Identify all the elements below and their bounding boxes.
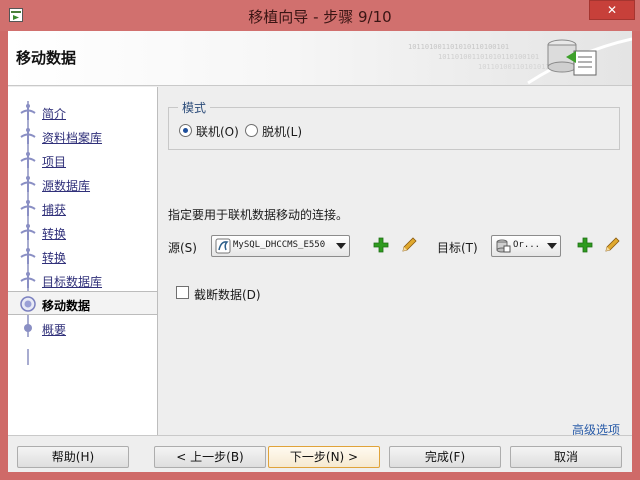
back-button[interactable]: < 上一步(B) — [154, 446, 266, 468]
data-migration-icon — [547, 39, 597, 76]
help-button[interactable]: 帮助(H) — [17, 446, 129, 468]
sidebar-step-intro[interactable]: 简介 — [8, 101, 157, 123]
step-done-icon — [20, 104, 36, 120]
chevron-down-icon[interactable] — [547, 243, 557, 249]
truncate-data-label[interactable]: 截断数据(D) — [194, 286, 261, 303]
finish-button[interactable]: 完成(F) — [389, 446, 501, 468]
radio-selected-indicator[interactable] — [179, 124, 192, 137]
sidebar-step-capture[interactable]: 捕获 — [8, 197, 157, 219]
wizard-client-area: 移动数据 101101001101010110100101 1011010011… — [8, 31, 632, 472]
add-target-connection-icon[interactable] — [577, 237, 593, 253]
mysql-connection-icon — [215, 238, 231, 254]
mode-group: 模式 联机(O) 脱机(L) — [168, 99, 620, 150]
step-done-icon — [20, 248, 36, 264]
sidebar-step-label[interactable]: 移动数据 — [42, 297, 90, 314]
sidebar-step-target-db[interactable]: 目标数据库 — [8, 269, 157, 291]
next-button[interactable]: 下一步(N) > — [268, 446, 380, 468]
step-done-icon — [20, 224, 36, 240]
source-label: 源(S) — [168, 241, 197, 255]
step-done-icon — [20, 176, 36, 192]
close-button[interactable]: ✕ — [589, 0, 635, 20]
wizard-window: 移植向导 - 步骤 9/10 ✕ 移动数据 101101001101010110… — [0, 0, 640, 480]
sidebar-step-label[interactable]: 项目 — [42, 153, 66, 170]
sidebar-step-convert-2[interactable]: 转换 — [8, 245, 157, 267]
step-done-icon — [20, 272, 36, 288]
truncate-data-checkbox[interactable] — [176, 286, 189, 299]
sidebar-step-source-db[interactable]: 源数据库 — [8, 173, 157, 195]
page-header: 移动数据 101101001101010110100101 1011010011… — [8, 31, 632, 86]
step-current-icon — [20, 296, 36, 312]
offline-radio[interactable]: 脱机(L) — [245, 123, 315, 139]
mode-legend: 模式 — [178, 99, 211, 116]
title-bar[interactable]: 移植向导 - 步骤 9/10 ✕ — [0, 0, 640, 31]
step-pending-icon — [24, 324, 32, 332]
connection-description: 指定要用于联机数据移动的连接。 — [168, 208, 349, 222]
source-connection-value: MySQL_DHCCMS_E550 — [233, 240, 326, 250]
chevron-down-icon[interactable] — [336, 243, 346, 249]
edit-source-connection-icon[interactable] — [401, 237, 417, 253]
svg-text:101101001101010110100101: 101101001101010110100101 — [408, 43, 509, 51]
page-title: 移动数据 — [16, 49, 77, 67]
sidebar-step-label[interactable]: 转换 — [42, 249, 66, 266]
sidebar-step-label[interactable]: 源数据库 — [42, 177, 90, 194]
online-radio-label[interactable]: 联机(O) — [196, 123, 239, 140]
cancel-button[interactable]: 取消 — [510, 446, 622, 468]
sidebar-step-label[interactable]: 目标数据库 — [42, 273, 102, 290]
sidebar-step-summary[interactable]: 概要 — [8, 317, 157, 339]
target-connection-select[interactable]: Or... — [491, 235, 561, 257]
source-connection-select[interactable]: MySQL_DHCCMS_E550 — [211, 235, 350, 257]
radio-unselected-indicator[interactable] — [245, 124, 258, 137]
sidebar-step-label[interactable]: 简介 — [42, 105, 66, 122]
steps-sidebar: 简介 资料档案库 项目 源数据库 捕获 转换 转换 目标数据库 移动数据 概要 — [8, 87, 158, 435]
sidebar-step-repository[interactable]: 资料档案库 — [8, 125, 157, 147]
oracle-connection-icon — [496, 239, 511, 253]
window-title: 移植向导 - 步骤 9/10 — [248, 8, 392, 26]
sidebar-step-label[interactable]: 转换 — [42, 225, 66, 242]
step-done-icon — [20, 128, 36, 144]
offline-radio-label[interactable]: 脱机(L) — [262, 123, 302, 140]
add-source-connection-icon[interactable] — [373, 237, 389, 253]
sidebar-step-convert-1[interactable]: 转换 — [8, 221, 157, 243]
step-done-icon — [20, 200, 36, 216]
online-radio[interactable]: 联机(O) — [179, 123, 249, 139]
steps-connector-line-lower — [27, 349, 29, 365]
sidebar-step-move-data[interactable]: 移动数据 — [8, 291, 157, 315]
main-panel: 模式 联机(O) 脱机(L) 指定要用于联机数据移动的连接。 源(S) MySQ… — [159, 87, 632, 437]
edit-target-connection-icon[interactable] — [604, 237, 620, 253]
target-label: 目标(T) — [437, 241, 478, 255]
footer-separator — [8, 435, 632, 436]
sidebar-step-label[interactable]: 概要 — [42, 321, 66, 338]
step-done-icon — [20, 152, 36, 168]
target-connection-value: Or... — [513, 240, 541, 250]
sidebar-step-label[interactable]: 捕获 — [42, 201, 66, 218]
svg-text:101101001101010110100101: 101101001101010110100101 — [438, 53, 539, 61]
sidebar-step-label[interactable]: 资料档案库 — [42, 129, 102, 146]
sidebar-step-project[interactable]: 项目 — [8, 149, 157, 171]
